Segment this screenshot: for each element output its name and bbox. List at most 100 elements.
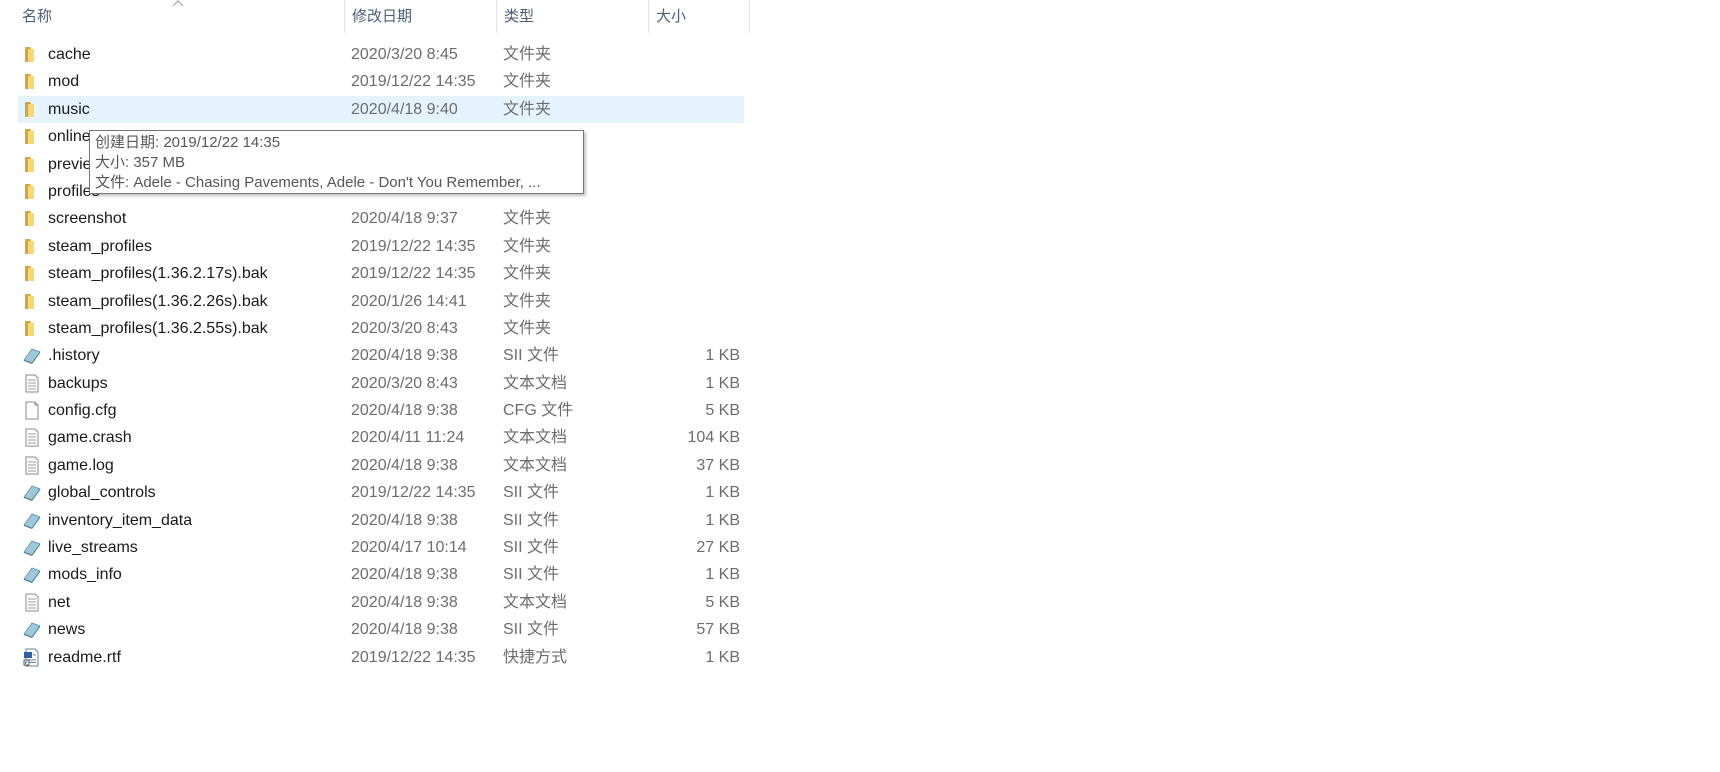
- file-name: steam_profiles: [48, 237, 153, 255]
- file-name: screenshot: [48, 210, 127, 228]
- file-modified-date: 2020/3/20 8:43: [351, 319, 458, 337]
- file-type: SII 文件: [503, 621, 560, 639]
- file-size: 5 KB: [705, 593, 740, 611]
- tooltip-files: 文件: Adele - Chasing Pavements, Adele - D…: [95, 174, 541, 191]
- sii-file-icon: [22, 538, 42, 557]
- file-row[interactable]: readme.rtf 2019/12/22 14:35 快捷方式 1 KB: [0, 644, 750, 671]
- file-name: steam_profiles(1.36.2.17s).bak: [48, 265, 268, 283]
- file-row[interactable]: mods_info 2020/4/18 9:38 SII 文件 1 KB: [0, 561, 750, 588]
- file-size: 27 KB: [696, 539, 740, 557]
- file-name: backups: [48, 374, 108, 392]
- file-type: 文本文档: [503, 593, 568, 611]
- folder-icon: [22, 292, 42, 311]
- file-name: config.cfg: [48, 402, 117, 420]
- file-type: SII 文件: [503, 566, 560, 584]
- file-modified-date: 2020/4/18 9:38: [351, 456, 458, 474]
- file-name: global_controls: [48, 484, 156, 502]
- file-type: SII 文件: [503, 511, 560, 529]
- text-file-icon: [22, 428, 42, 447]
- file-modified-date: 2020/4/17 10:14: [351, 539, 467, 557]
- file-row[interactable]: game.crash 2020/4/11 11:24 文本文档 104 KB: [0, 424, 750, 451]
- file-row[interactable]: steam_profiles(1.36.2.26s).bak 2020/1/26 …: [0, 288, 750, 315]
- file-modified-date: 2019/12/22 14:35: [351, 265, 476, 283]
- file-modified-date: 2020/4/18 9:38: [351, 621, 458, 639]
- file-size: [620, 68, 740, 95]
- file-type: 文本文档: [503, 456, 568, 474]
- column-header-type[interactable]: 类型: [496, 0, 648, 33]
- folder-info-tooltip: 创建日期: 2019/12/22 14:35 大小: 357 MB 文件: Ad…: [89, 130, 584, 194]
- file-row[interactable]: mod 2019/12/22 14:35 文件夹: [0, 68, 750, 95]
- file-type: 快捷方式: [503, 648, 568, 666]
- file-size: [620, 288, 740, 315]
- file-row[interactable]: music 2020/4/18 9:40 文件夹: [0, 95, 750, 123]
- file-modified-date: 2019/12/22 14:35: [351, 648, 476, 666]
- file-modified-date: 2020/4/18 9:38: [351, 347, 458, 365]
- file-size: [620, 123, 740, 150]
- sii-file-icon: [22, 483, 42, 502]
- file-name: .history: [48, 347, 100, 365]
- file-name: previe: [48, 155, 92, 173]
- file-type: 文本文档: [503, 374, 568, 392]
- file-row[interactable]: news 2020/4/18 9:38 SII 文件 57 KB: [0, 616, 750, 643]
- folder-icon: [22, 72, 42, 91]
- file-size: 1 KB: [705, 374, 740, 392]
- file-modified-date: 2019/12/22 14:35: [351, 237, 476, 255]
- file-modified-date: 2020/4/18 9:40: [351, 100, 458, 118]
- column-header-date[interactable]: 修改日期: [344, 0, 496, 33]
- folder-icon: [22, 155, 42, 174]
- file-row[interactable]: inventory_item_data 2020/4/18 9:38 SII 文件 1…: [0, 507, 750, 534]
- file-modified-date: 2020/4/11 11:24: [351, 429, 465, 447]
- file-size: 1 KB: [705, 648, 740, 666]
- file-row[interactable]: steam_profiles 2019/12/22 14:35 文件夹: [0, 233, 750, 260]
- column-header-name-label: 名称: [22, 8, 53, 25]
- text-file-icon: [22, 456, 42, 475]
- file-name: net: [48, 593, 71, 611]
- file-row[interactable]: screenshot 2020/4/18 9:37 文件夹: [0, 205, 750, 232]
- file-row[interactable]: global_controls 2019/12/22 14:35 SII 文件 1 K…: [0, 479, 750, 506]
- file-name: game.crash: [48, 429, 132, 447]
- file-size: [620, 205, 740, 232]
- file-row[interactable]: net 2020/4/18 9:38 文本文档 5 KB: [0, 589, 750, 616]
- file-size: 1 KB: [705, 511, 740, 529]
- file-size: 37 KB: [696, 456, 740, 474]
- file-size: [620, 178, 740, 205]
- tooltip-size: 大小: 357 MB: [95, 154, 186, 171]
- file-name: cache: [48, 46, 91, 63]
- text-file-icon: [22, 374, 42, 393]
- file-row[interactable]: .history 2020/4/18 9:38 SII 文件 1 KB: [0, 342, 750, 369]
- rtf-shortcut-icon: [22, 648, 42, 667]
- file-size: 1 KB: [705, 566, 740, 584]
- file-size: 104 KB: [687, 429, 740, 447]
- column-header-name[interactable]: 名称: [15, 0, 344, 33]
- file-row[interactable]: steam_profiles(1.36.2.55s).bak 2020/3/20 …: [0, 315, 750, 342]
- file-name: game.log: [48, 456, 114, 474]
- blank-file-icon: [22, 401, 42, 420]
- file-row[interactable]: backups 2020/3/20 8:43 文本文档 1 KB: [0, 370, 750, 397]
- file-type: 文本文档: [503, 429, 568, 447]
- file-modified-date: 2020/4/18 9:38: [351, 566, 458, 584]
- file-type: 文件夹: [503, 237, 552, 255]
- file-modified-date: 2020/4/18 9:38: [351, 593, 458, 611]
- file-modified-date: 2020/3/20 8:43: [351, 374, 458, 392]
- file-row[interactable]: game.log 2020/4/18 9:38 文本文档 37 KB: [0, 452, 750, 479]
- file-modified-date: 2020/4/18 9:38: [351, 511, 458, 529]
- file-type: 文件夹: [503, 210, 552, 228]
- folder-icon: [22, 182, 42, 201]
- file-row[interactable]: steam_profiles(1.36.2.17s).bak 2019/12/22…: [0, 260, 750, 287]
- file-name: readme.rtf: [48, 648, 121, 666]
- file-row[interactable]: cache 2020/3/20 8:45 文件夹: [0, 41, 750, 68]
- file-row[interactable]: live_streams 2020/4/17 10:14 SII 文件 27 KB: [0, 534, 750, 561]
- file-size: [620, 233, 740, 260]
- sii-file-icon: [22, 346, 42, 365]
- file-name: live_streams: [48, 539, 138, 557]
- file-size: [620, 151, 740, 178]
- folder-icon: [22, 237, 42, 256]
- file-name: music: [48, 100, 90, 118]
- file-modified-date: 2019/12/22 14:35: [351, 484, 476, 502]
- column-header-size[interactable]: 大小: [648, 0, 750, 33]
- file-size: 1 KB: [705, 347, 740, 365]
- file-row[interactable]: config.cfg 2020/4/18 9:38 CFG 文件 5 KB: [0, 397, 750, 424]
- file-type: SII 文件: [503, 347, 560, 365]
- file-size: [620, 260, 740, 287]
- file-type: 文件夹: [503, 319, 552, 337]
